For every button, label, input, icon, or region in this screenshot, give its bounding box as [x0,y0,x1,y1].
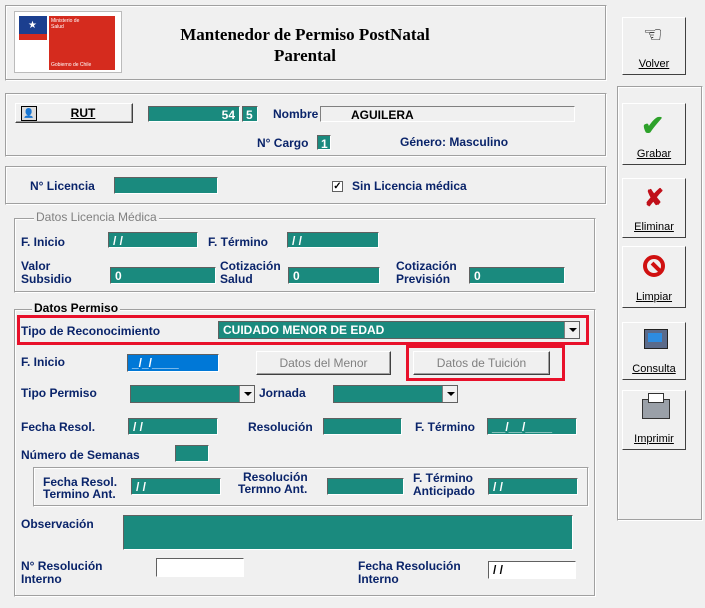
consulta-label: Consulta [632,363,676,375]
num-semanas-field[interactable] [175,445,209,462]
nro-resol-interno-field[interactable] [156,558,244,577]
jornada-label: Jornada [259,386,306,400]
grabar-button[interactable]: ✔ Grabar [622,103,686,165]
grabar-label: Grabar [636,148,672,160]
chevron-down-icon[interactable] [442,386,457,402]
eliminar-button[interactable]: ✘ Eliminar [622,178,686,238]
ministerio-logo: ★ Ministerio de Salud Gobierno de Chile [14,11,122,73]
observacion-label: Observación [21,517,94,531]
f-term-anticipado-label-2: Anticipado [413,484,475,498]
tipo-permiso-select[interactable] [130,385,255,403]
sin-licencia-checkbox[interactable]: ✓ [332,181,343,192]
jornada-select[interactable] [333,385,458,403]
volver-label: Volver [638,58,670,70]
highlight-datos-tuicion [406,345,565,381]
num-semanas-label: Número de Semanas [21,448,140,462]
licencia-field[interactable] [114,177,218,194]
rut-dv-field[interactable]: 5 [242,106,258,122]
datos-permiso-title: Datos Permiso [32,301,121,315]
genero-text: Género: Masculino [400,135,509,149]
rut-button[interactable]: 👤 RUT [15,103,133,123]
resolucion-label: Resolución [248,420,313,434]
f-term-anticipado-field[interactable]: / / [488,478,578,495]
fecha-resol-interno-field[interactable]: / / [488,561,576,579]
chevron-down-icon[interactable] [239,386,254,402]
nombre-field: AGUILERA [320,106,575,122]
valor-subsidio-label-2: Subsidio [21,272,72,286]
nombre-label: Nombre [273,107,319,121]
delete-x-icon: ✘ [644,185,665,212]
tipo-permiso-label: Tipo Permiso [21,386,97,400]
checkmark-icon: ✔ [641,110,665,141]
perm-f-inicio-label: F. Inicio [21,355,66,369]
observacion-field[interactable] [123,515,573,550]
consulta-button[interactable]: Consulta [622,322,686,380]
fecha-resol-interno-label-2: Interno [358,572,399,586]
rut-number-field[interactable]: 54 [148,106,240,122]
lic-f-termino-label: F. Término [208,235,269,249]
cot-salud-field[interactable]: 0 [288,267,380,284]
lic-f-termino-field[interactable]: / / [287,232,379,248]
rut-button-label: RUT [70,106,96,120]
resol-term-ant-label-2: Termno Ant. [238,482,308,496]
lic-f-inicio-field[interactable]: / / [108,232,198,248]
perm-f-termino-label: F. Término [415,420,476,434]
fecha-resol-ant-label-2: Termino Ant. [43,487,116,501]
cargo-field[interactable]: 1 [317,135,331,151]
perm-f-termino-field[interactable]: __/__/____ [487,418,577,435]
fecha-resol-label: Fecha Resol. [21,420,96,434]
eliminar-label: Eliminar [634,221,674,233]
fecha-resol-ant-field[interactable]: / / [131,478,221,495]
datos-licencia-title: Datos Licencia Médica [34,210,159,224]
logo-text-2: Salud [51,24,64,30]
computer-search-icon [644,329,668,349]
imprimir-label: Imprimir [634,433,674,445]
cargo-label: N° Cargo [257,136,309,150]
highlight-tipo-reconocimiento [17,315,589,345]
nro-resol-interno-label-2: Interno [21,572,62,586]
logo-flag: ★ [19,16,47,40]
logo-text-3: Gobierno de Chile [51,62,92,68]
datos-menor-button[interactable]: Datos del Menor [256,351,391,375]
sin-licencia-label: Sin Licencia médica [352,179,467,193]
cot-prev-label-2: Previsión [396,272,451,286]
limpiar-button[interactable]: Limpiar [622,246,686,308]
limpiar-label: Limpiar [635,291,673,303]
licencia-label: N° Licencia [30,179,95,193]
volver-button[interactable]: ☜ Volver [622,17,686,75]
page-title: Mantenedor de Permiso PostNatal Parental [180,25,430,65]
user-card-icon: 👤 [21,106,37,121]
resolucion-field[interactable] [323,418,402,435]
fecha-resol-field[interactable]: / / [128,418,218,435]
no-entry-icon [643,255,665,277]
pointing-hand-icon: ☜ [643,22,663,47]
logo-banner: Ministerio de Salud Gobierno de Chile [49,16,115,70]
imprimir-button[interactable]: Imprimir [622,390,686,450]
resol-term-ant-field[interactable] [327,478,404,495]
cot-salud-label-2: Salud [220,272,253,286]
perm-f-inicio-field[interactable]: _/_/____ [127,354,219,372]
lic-f-inicio-label: F. Inicio [21,235,66,249]
valor-subsidio-field[interactable]: 0 [110,267,216,284]
printer-icon [642,393,670,419]
cot-prev-field[interactable]: 0 [469,267,565,284]
licencia-panel [5,166,607,205]
